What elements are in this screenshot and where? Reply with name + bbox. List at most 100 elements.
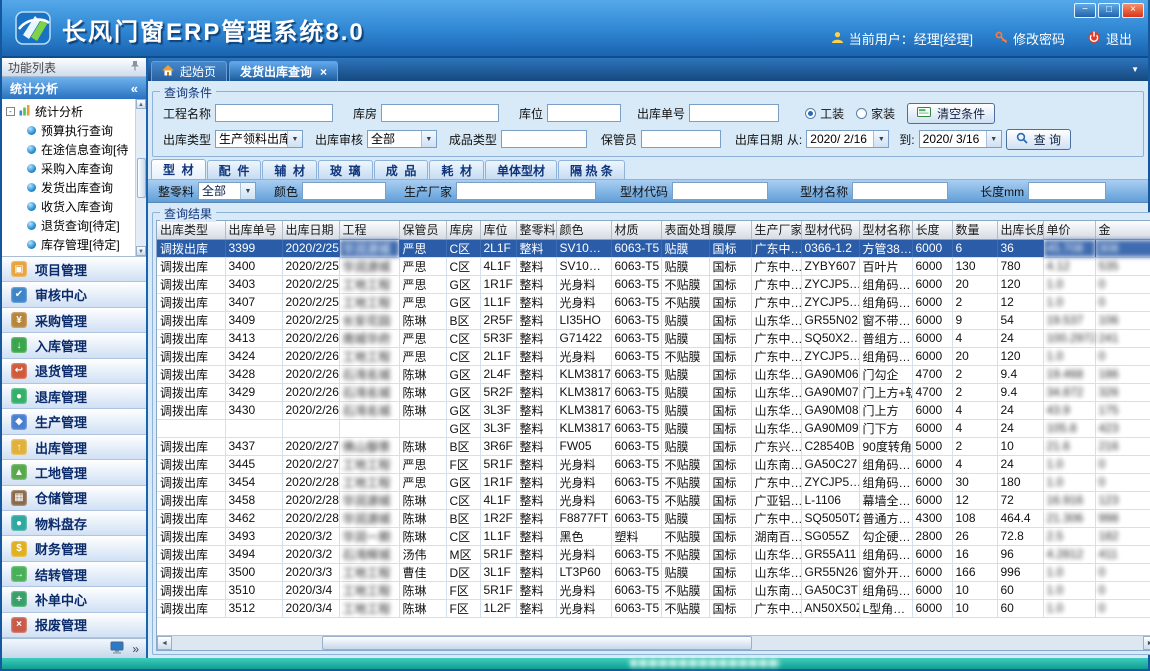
audit-select[interactable]: 全部 ▼ <box>367 130 437 148</box>
sidebar-item-purchase[interactable]: ¥采购管理 <box>2 308 146 333</box>
column-header[interactable]: 表面处理 <box>661 221 709 239</box>
scroll-left-icon[interactable]: ◄ <box>157 636 172 650</box>
warehouse-input[interactable] <box>381 104 499 122</box>
table-row[interactable]: 调拨出库34292020/2/26石湾名城陈琳G区5R2F整料KLM381760… <box>157 383 1150 401</box>
table-row[interactable]: 调拨出库35102020/3/4工地工程陈琳F区5R1F整料光身料6063-T5… <box>157 581 1150 599</box>
minimize-button[interactable]: − <box>1074 3 1096 18</box>
scrollbar-thumb[interactable] <box>322 636 752 650</box>
table-row[interactable]: 调拨出库35002020/3/3工地工程曹佳D区3L1F整料LT3P606063… <box>157 563 1150 581</box>
sidebar-item-audit[interactable]: ✔审核中心 <box>2 282 146 307</box>
column-header[interactable]: 整零料 <box>516 221 556 239</box>
column-header[interactable]: 金 <box>1095 221 1150 239</box>
profile-code-input[interactable] <box>672 182 768 200</box>
sidebar-item-project[interactable]: ▣项目管理 <box>2 257 146 282</box>
table-row[interactable]: 调拨出库34282020/2/26石湾名城陈琳G区2L4F整料KLM381760… <box>157 365 1150 383</box>
tree-scrollbar-thumb[interactable] <box>137 158 146 198</box>
sidebar-item-production[interactable]: ◆生产管理 <box>2 409 146 434</box>
column-header[interactable]: 出库日期 <box>282 221 339 239</box>
date-from-picker[interactable]: 2020/ 2/16 ▼ <box>806 130 889 148</box>
table-row[interactable]: 调拨出库34942020/3/2石湾辉城汤伟M区5R1F整料光身料6063-T5… <box>157 545 1150 563</box>
more-icon[interactable]: » <box>132 642 139 656</box>
column-header[interactable]: 出库单号 <box>225 221 282 239</box>
sidebar-item-inbound[interactable]: ↓入库管理 <box>2 333 146 358</box>
manufacturer-input[interactable] <box>456 182 596 200</box>
sidebar-item-supplement[interactable]: +补单中心 <box>2 587 146 612</box>
scroll-right-icon[interactable]: ► <box>1143 636 1150 650</box>
column-header[interactable]: 型材名称 <box>859 221 912 239</box>
tree-root-statistics[interactable]: - 统计分析 <box>6 102 134 121</box>
tab-shipping-outbound-query[interactable]: 发货出库查询 × <box>229 61 338 81</box>
column-header[interactable]: 生产厂家 <box>751 221 801 239</box>
sidebar-item-inventory[interactable]: ●物料盘存 <box>2 511 146 536</box>
horizontal-scrollbar[interactable]: ◄ ► <box>157 635 1150 650</box>
column-header[interactable]: 出库长度 <box>997 221 1043 239</box>
order-no-input[interactable] <box>689 104 779 122</box>
sidebar-item-carryover[interactable]: →结转管理 <box>2 562 146 587</box>
maximize-button[interactable]: □ <box>1098 3 1120 18</box>
table-row[interactable]: 调拨出库33992020/2/25华润源城严思C区2L1F整料SV10…6063… <box>157 239 1150 257</box>
keeper-input[interactable] <box>641 130 721 148</box>
table-row[interactable]: 调拨出库35122020/3/4工地工程陈琳F区1L2F整料光身料6063-T5… <box>157 599 1150 617</box>
material-tab-glass[interactable]: 玻 璃 <box>318 160 373 179</box>
sidebar-item-return-goods[interactable]: ↩退货管理 <box>2 359 146 384</box>
material-tab-auxiliary[interactable]: 辅 材 <box>262 160 317 179</box>
project-name-input[interactable] <box>215 104 333 122</box>
monitor-icon[interactable] <box>110 641 124 657</box>
tab-close-icon[interactable]: × <box>320 65 327 79</box>
table-row[interactable]: 调拨出库34452020/2/27工地工程严思F区5R1F整料光身料6063-T… <box>157 455 1150 473</box>
tree-item-stock-query[interactable]: 库存管理[待定] <box>6 235 134 254</box>
column-header[interactable]: 工程 <box>339 221 399 239</box>
tree-item-receiving-inbound-query[interactable]: 收货入库查询 <box>6 197 134 216</box>
sidebar-item-scrap[interactable]: ×报废管理 <box>2 613 146 638</box>
close-button[interactable]: × <box>1122 3 1144 18</box>
radio-gongzhuang[interactable] <box>805 108 816 119</box>
column-header[interactable]: 保管员 <box>399 221 446 239</box>
sidebar-item-return-warehouse[interactable]: ●退库管理 <box>2 384 146 409</box>
column-header[interactable]: 长度 <box>912 221 952 239</box>
clear-conditions-button[interactable]: 清空条件 <box>907 103 995 124</box>
table-row[interactable]: 调拨出库34932020/3/2华润一期陈琳C区1L1F整料黑色塑料不贴膜国标湖… <box>157 527 1150 545</box>
table-row[interactable]: 调拨出库34582020/2/28华润源城陈琳C区4L1F整料光身料6063-T… <box>157 491 1150 509</box>
material-tab-consumable[interactable]: 耗 材 <box>429 160 484 179</box>
column-header[interactable]: 数量 <box>952 221 997 239</box>
table-row[interactable]: G区3L3F整料KLM38176063-T5贴膜国标山东华…GA90M09…门下… <box>157 419 1150 437</box>
material-tab-insulation-strip[interactable]: 隔 热 条 <box>558 160 625 179</box>
sidebar-item-storage[interactable]: ▦仓储管理 <box>2 486 146 511</box>
material-tab-product[interactable]: 成 品 <box>374 160 429 179</box>
profile-name-input[interactable] <box>852 182 948 200</box>
scrollbar-track[interactable] <box>172 636 1143 650</box>
search-button[interactable]: 查 询 <box>1006 129 1071 150</box>
logout-button[interactable]: 退出 <box>1087 29 1132 48</box>
scroll-down-icon[interactable]: ▼ <box>136 246 146 256</box>
location-input[interactable] <box>547 104 621 122</box>
table-row[interactable]: 调拨出库34132020/2/26南城华府严思C区5R3F整料G71422606… <box>157 329 1150 347</box>
material-tab-single-profile[interactable]: 单体型材 <box>485 160 557 179</box>
column-header[interactable]: 颜色 <box>556 221 611 239</box>
scroll-up-icon[interactable]: ▲ <box>136 99 146 109</box>
tree-item-budget-exec-query[interactable]: 预算执行查询 <box>6 121 134 140</box>
table-row[interactable]: 调拨出库34622020/2/28华润源城陈琳B区1R2F整料F8877FT60… <box>157 509 1150 527</box>
change-password-button[interactable]: 修改密码 <box>995 29 1065 48</box>
material-tab-accessory[interactable]: 配 件 <box>207 160 262 179</box>
tree-item-shipping-outbound-query[interactable]: 发货出库查询 <box>6 178 134 197</box>
column-header[interactable]: 膜厚 <box>709 221 751 239</box>
sidebar-item-site[interactable]: ▲工地管理 <box>2 460 146 485</box>
tree-item-in-transit-query[interactable]: 在途信息查询[待 <box>6 140 134 159</box>
color-input[interactable] <box>302 182 386 200</box>
column-header[interactable]: 型材代码 <box>801 221 859 239</box>
tab-home[interactable]: 起始页 <box>151 61 227 81</box>
table-row[interactable]: 调拨出库34242020/2/26工地工程严思C区2L1F整料光身料6063-T… <box>157 347 1150 365</box>
pin-icon[interactable] <box>130 60 140 74</box>
whole-piece-select[interactable]: 全部 ▼ <box>198 182 256 200</box>
tab-list-dropdown-icon[interactable]: ▼ <box>1131 65 1139 74</box>
product-type-input[interactable] <box>501 130 587 148</box>
column-header[interactable]: 库房 <box>446 221 480 239</box>
collapse-icon[interactable]: « <box>131 81 138 96</box>
column-header[interactable]: 单价 <box>1043 221 1095 239</box>
table-row[interactable]: 调拨出库34092020/2/25长安花园陈琳B区2R5F整料LI35HO606… <box>157 311 1150 329</box>
outbound-type-select[interactable]: 生产领料出库 ▼ <box>215 130 303 148</box>
table-row[interactable]: 调拨出库34032020/2/25工地工程严思G区1R1F整料光身料6063-T… <box>157 275 1150 293</box>
length-input[interactable] <box>1028 182 1106 200</box>
table-row[interactable]: 调拨出库34002020/2/25华润源城严思C区4L1F整料SV10…6063… <box>157 257 1150 275</box>
tree-item-return-query[interactable]: 退货查询[待定] <box>6 216 134 235</box>
